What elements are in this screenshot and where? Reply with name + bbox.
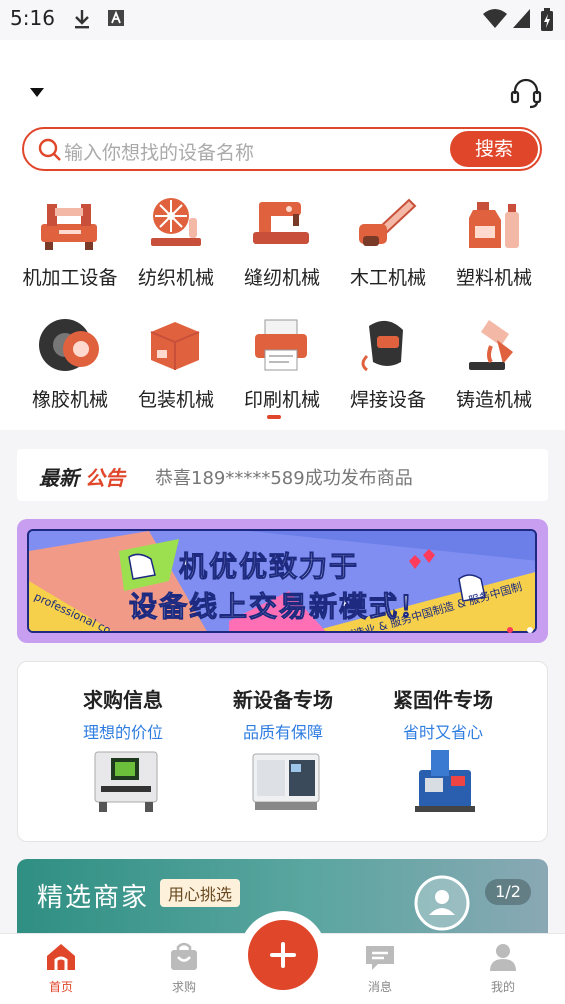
status-bar: 5:16: [0, 0, 565, 40]
category-plastic[interactable]: 塑料机械: [439, 186, 549, 296]
category-label: 机加工设备: [22, 267, 118, 289]
category-label: 缝纫机械: [243, 267, 320, 289]
category-printing[interactable]: 印刷机械: [227, 308, 337, 418]
laser-machine-image: [94, 751, 158, 812]
announcement-message: 恭喜189*****589成功发布商品: [155, 468, 413, 489]
fastener-machine-image: [415, 750, 475, 812]
special-new-equipment[interactable]: 新设备专场 品质有保障: [203, 684, 363, 834]
search-placeholder: 输入你想找的设备名称: [64, 142, 255, 164]
tab-label: 求购: [171, 980, 196, 994]
top-bar: [0, 40, 565, 120]
package-icon: [150, 322, 200, 370]
special-title: 求购信息: [83, 688, 163, 712]
special-subtitle: 品质有保障: [242, 723, 323, 742]
publish-button-wrapper: [239, 911, 327, 999]
category-sewing[interactable]: 缝纫机械: [227, 186, 337, 296]
category-welding[interactable]: 焊接设备: [333, 308, 443, 418]
merchants-title: 精选商家: [37, 883, 150, 913]
category-label: 包装机械: [137, 389, 214, 411]
battery-charging-icon: [541, 8, 553, 31]
tab-purchase[interactable]: 求购: [149, 942, 219, 995]
tab-home[interactable]: 首页: [26, 942, 96, 995]
status-time: 5:16: [10, 6, 55, 30]
category-woodworking[interactable]: 木工机械: [333, 186, 443, 296]
banner-dot-active[interactable]: [507, 627, 513, 633]
category-casting[interactable]: 铸造机械: [439, 308, 549, 418]
plastic-bottles-icon: [469, 202, 519, 248]
category-label: 橡胶机械: [31, 389, 108, 411]
category-label: 铸造机械: [455, 389, 532, 411]
merchants-tag: 用心挑选: [160, 879, 241, 907]
customer-service-headset-icon[interactable]: [510, 76, 542, 110]
promo-banner[interactable]: 机优优致力于 设备线上交易新模式！ professional co 国制造业 &…: [17, 519, 548, 643]
tire-icon: [39, 319, 99, 371]
merchants-pager: 1/2: [485, 879, 531, 905]
category-textile[interactable]: 纺织机械: [121, 186, 231, 296]
tab-label: 首页: [48, 980, 73, 994]
sewing-machine-icon: [253, 202, 309, 244]
publish-plus-button[interactable]: [248, 920, 318, 990]
category-label: 焊接设备: [349, 389, 426, 411]
shopping-bag-icon: [171, 942, 197, 970]
tab-label: 我的: [490, 980, 515, 994]
home-icon: [47, 944, 75, 970]
special-fasteners[interactable]: 紧固件专场 省时又省心: [363, 684, 523, 834]
location-dropdown-caret-icon[interactable]: [30, 88, 44, 97]
category-packaging[interactable]: 包装机械: [121, 308, 231, 418]
announcement-title-latest: 最新: [39, 466, 79, 490]
category-label: 木工机械: [349, 267, 426, 289]
tab-mine[interactable]: 我的: [468, 942, 538, 995]
special-title: 紧固件专场: [393, 688, 493, 712]
wifi-icon: [483, 9, 507, 28]
tab-messages[interactable]: 消息: [345, 942, 415, 995]
search-icon: [38, 138, 61, 161]
welding-mask-icon: [361, 320, 403, 372]
signal-icon: [513, 9, 530, 28]
text-format-icon: [108, 10, 124, 26]
special-subtitle: 省时又省心: [402, 723, 483, 742]
special-purchase-requests[interactable]: 求购信息 理想的价位: [43, 684, 203, 834]
lathe-icon: [41, 204, 97, 250]
announcement-title-notice: 公告: [85, 466, 125, 490]
casting-ladle-icon: [469, 320, 513, 370]
banner-dot[interactable]: [527, 627, 533, 633]
search-input[interactable]: 输入你想找的设备名称 搜索: [22, 127, 542, 171]
chainsaw-icon: [359, 198, 417, 246]
category-label: 塑料机械: [455, 267, 532, 289]
tab-label: 消息: [367, 980, 392, 994]
cnc-machine-image: [252, 753, 320, 810]
download-icon: [75, 10, 89, 29]
search-area: 输入你想找的设备名称 搜索: [0, 120, 565, 180]
magnifier-person-icon: [414, 875, 470, 931]
search-button[interactable]: 搜索: [450, 131, 538, 167]
category-page-indicator: [267, 415, 281, 419]
banner-headline: 机优优致力于: [178, 550, 360, 584]
announcement-bar[interactable]: 最新 公告 恭喜189*****589成功发布商品: [17, 449, 548, 501]
promo-banner-image: 机优优致力于 设备线上交易新模式！ professional co 国制造业 &…: [27, 529, 537, 633]
category-label: 纺织机械: [137, 267, 214, 289]
category-grid: 机加工设备 纺织机械 缝纫机械 木工机械 塑料机械 橡胶机械 包装机械 印刷机械…: [0, 180, 565, 430]
category-machining[interactable]: 机加工设备: [15, 186, 125, 296]
special-sections-card: 求购信息 理想的价位 新设备专场 品质有保障 紧固件专场 省时又省心: [17, 661, 548, 842]
category-rubber[interactable]: 橡胶机械: [15, 308, 125, 418]
message-icon: [366, 946, 394, 970]
textile-icon: [151, 198, 201, 246]
user-icon: [490, 944, 516, 971]
printer-icon: [255, 319, 307, 371]
special-subtitle: 理想的价位: [82, 723, 163, 742]
category-label: 印刷机械: [243, 389, 320, 411]
special-title: 新设备专场: [233, 688, 333, 712]
